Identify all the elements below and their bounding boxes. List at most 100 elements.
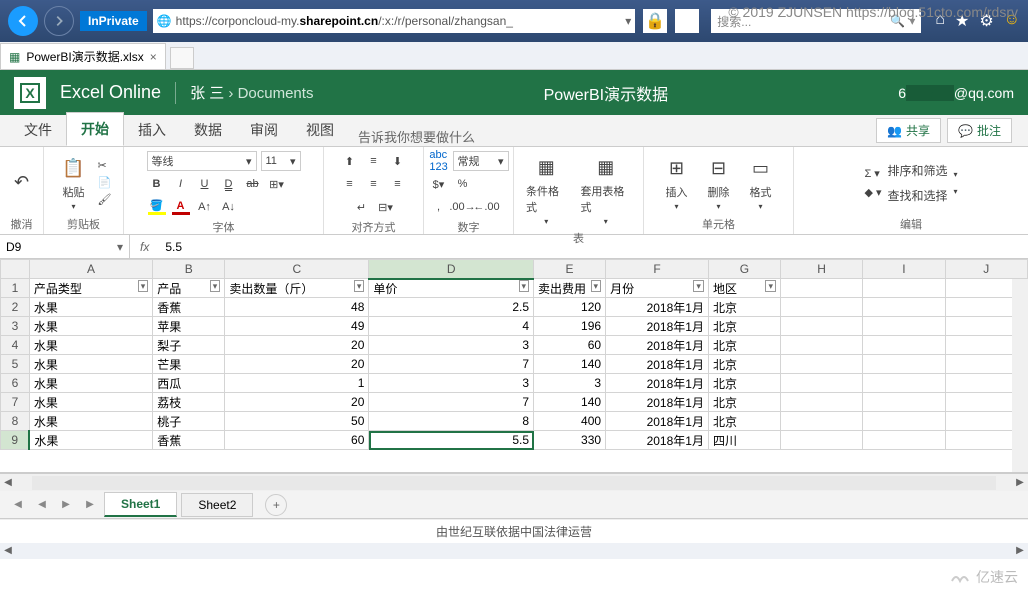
align-middle-button[interactable]: ≡ bbox=[364, 151, 384, 171]
wrap-text-button[interactable]: ↵ bbox=[352, 197, 372, 217]
cell[interactable]: 5.5 bbox=[369, 431, 534, 450]
add-sheet-button[interactable]: + bbox=[265, 494, 287, 516]
scroll-right-icon[interactable]: ▶ bbox=[1012, 477, 1028, 488]
comment-button[interactable]: 💬批注 bbox=[947, 118, 1012, 143]
col-header-C[interactable]: C bbox=[225, 260, 369, 279]
cell[interactable]: 苹果 bbox=[153, 317, 225, 336]
cell[interactable]: 2.5 bbox=[369, 298, 534, 317]
col-header-I[interactable]: I bbox=[863, 260, 945, 279]
cell[interactable]: 7 bbox=[369, 355, 534, 374]
paste-button[interactable]: 📋粘贴▾ bbox=[56, 152, 92, 213]
url-dropdown-icon[interactable]: ▾ bbox=[625, 14, 631, 28]
address-bar[interactable]: 🌐 https://corponcloud-my.sharepoint.cn/:… bbox=[153, 9, 636, 33]
cell[interactable]: 北京 bbox=[708, 317, 780, 336]
cell[interactable]: 西瓜 bbox=[153, 374, 225, 393]
new-tab-button[interactable] bbox=[170, 47, 194, 69]
row-header[interactable]: 7 bbox=[1, 393, 30, 412]
cell[interactable]: 水果 bbox=[29, 431, 152, 450]
decrease-decimal-button[interactable]: ←.00 bbox=[477, 197, 497, 217]
cell[interactable]: 水果 bbox=[29, 374, 152, 393]
shrink-font-button[interactable]: A↓ bbox=[219, 197, 239, 217]
cell[interactable]: 北京 bbox=[708, 412, 780, 431]
cell[interactable]: 2018年1月 bbox=[606, 393, 709, 412]
strikethrough-button[interactable]: ab bbox=[243, 174, 263, 194]
cell[interactable]: 120 bbox=[534, 298, 606, 317]
back-button[interactable] bbox=[8, 6, 38, 36]
cell[interactable]: 4 bbox=[369, 317, 534, 336]
underline-button[interactable]: U bbox=[195, 174, 215, 194]
cell[interactable]: 水果 bbox=[29, 317, 152, 336]
cell[interactable]: 水果 bbox=[29, 412, 152, 431]
number-format-select[interactable]: 常规▾ bbox=[453, 151, 509, 171]
select-all-corner[interactable] bbox=[1, 260, 30, 279]
fill-color-button[interactable]: 🪣 bbox=[147, 197, 167, 217]
fx-label[interactable]: fx bbox=[130, 240, 159, 254]
scroll-left-icon[interactable]: ◀ bbox=[0, 477, 16, 488]
percent-button[interactable]: % bbox=[453, 174, 473, 194]
row-header[interactable]: 2 bbox=[1, 298, 30, 317]
tab-home[interactable]: 开始 bbox=[66, 112, 124, 146]
cell[interactable]: 1 bbox=[225, 374, 369, 393]
cell-G1[interactable]: 地区▾ bbox=[708, 279, 780, 298]
cut-icon[interactable]: ✂ bbox=[98, 159, 112, 172]
cell[interactable]: 北京 bbox=[708, 298, 780, 317]
italic-button[interactable]: I bbox=[171, 174, 191, 194]
outer-window-scrollbar[interactable]: ◀ ▶ bbox=[0, 543, 1028, 559]
cell[interactable]: 140 bbox=[534, 393, 606, 412]
grow-font-button[interactable]: A↑ bbox=[195, 197, 215, 217]
align-center-button[interactable]: ≡ bbox=[364, 174, 384, 194]
outer-scroll-left-icon[interactable]: ◀ bbox=[0, 543, 16, 559]
double-underline-button[interactable]: D bbox=[219, 174, 239, 194]
align-top-button[interactable]: ⬆ bbox=[340, 151, 360, 171]
align-left-button[interactable]: ≡ bbox=[340, 174, 360, 194]
col-header-E[interactable]: E bbox=[534, 260, 606, 279]
cell[interactable]: 7 bbox=[369, 393, 534, 412]
breadcrumb[interactable]: 张 三 › Documents bbox=[190, 82, 313, 103]
filter-icon[interactable]: ▾ bbox=[138, 280, 149, 292]
col-header-B[interactable]: B bbox=[153, 260, 225, 279]
bold-button[interactable]: B bbox=[147, 174, 167, 194]
cell[interactable]: 水果 bbox=[29, 355, 152, 374]
col-header-J[interactable]: J bbox=[945, 260, 1027, 279]
sheet-tab-1[interactable]: Sheet1 bbox=[104, 492, 177, 517]
col-header-H[interactable]: H bbox=[780, 260, 862, 279]
cell[interactable]: 196 bbox=[534, 317, 606, 336]
tab-insert[interactable]: 插入 bbox=[124, 114, 180, 146]
font-color-button[interactable]: A bbox=[171, 197, 191, 217]
cell[interactable]: 20 bbox=[225, 393, 369, 412]
filter-icon[interactable]: ▾ bbox=[519, 280, 530, 292]
col-header-F[interactable]: F bbox=[606, 260, 709, 279]
filter-icon[interactable]: ▾ bbox=[210, 280, 221, 292]
filter-icon[interactable]: ▾ bbox=[354, 280, 365, 292]
cell[interactable]: 2018年1月 bbox=[606, 298, 709, 317]
cell[interactable]: 20 bbox=[225, 355, 369, 374]
cell[interactable]: 2018年1月 bbox=[606, 317, 709, 336]
tell-me-input[interactable]: 告诉我你想要做什么 bbox=[358, 127, 475, 146]
cell[interactable]: 荔枝 bbox=[153, 393, 225, 412]
sort-filter-button[interactable]: 排序和筛选 bbox=[888, 162, 948, 179]
browser-tab[interactable]: ▦ PowerBI演示数据.xlsx × bbox=[0, 43, 166, 69]
cell[interactable]: 梨子 bbox=[153, 336, 225, 355]
name-box[interactable]: D9▾ bbox=[0, 235, 130, 258]
font-name-select[interactable]: 等线▾ bbox=[147, 151, 257, 171]
cell[interactable]: 北京 bbox=[708, 374, 780, 393]
cell[interactable]: 香蕉 bbox=[153, 298, 225, 317]
sheet-nav-prev-icon[interactable]: ◀ bbox=[32, 499, 52, 510]
cell-D1[interactable]: 单价▾ bbox=[369, 279, 534, 298]
col-header-G[interactable]: G bbox=[708, 260, 780, 279]
sheet-nav-next-icon[interactable]: ▶ bbox=[56, 499, 76, 510]
cell[interactable]: 香蕉 bbox=[153, 431, 225, 450]
abc-icon[interactable]: abc123 bbox=[429, 151, 449, 171]
row-header[interactable]: 3 bbox=[1, 317, 30, 336]
row-header[interactable]: 4 bbox=[1, 336, 30, 355]
cell-C1[interactable]: 卖出数量（斤）▾ bbox=[225, 279, 369, 298]
cell[interactable]: 3 bbox=[369, 336, 534, 355]
cell[interactable]: 2018年1月 bbox=[606, 412, 709, 431]
cell[interactable]: 2018年1月 bbox=[606, 431, 709, 450]
share-button[interactable]: 👥共享 bbox=[876, 118, 941, 143]
clear-button[interactable]: ◆ ▾ bbox=[864, 186, 881, 199]
cell-E1[interactable]: 卖出费用▾ bbox=[534, 279, 606, 298]
cell[interactable]: 水果 bbox=[29, 298, 152, 317]
comma-button[interactable]: , bbox=[429, 197, 449, 217]
format-painter-icon[interactable]: 🖌 bbox=[98, 193, 112, 206]
